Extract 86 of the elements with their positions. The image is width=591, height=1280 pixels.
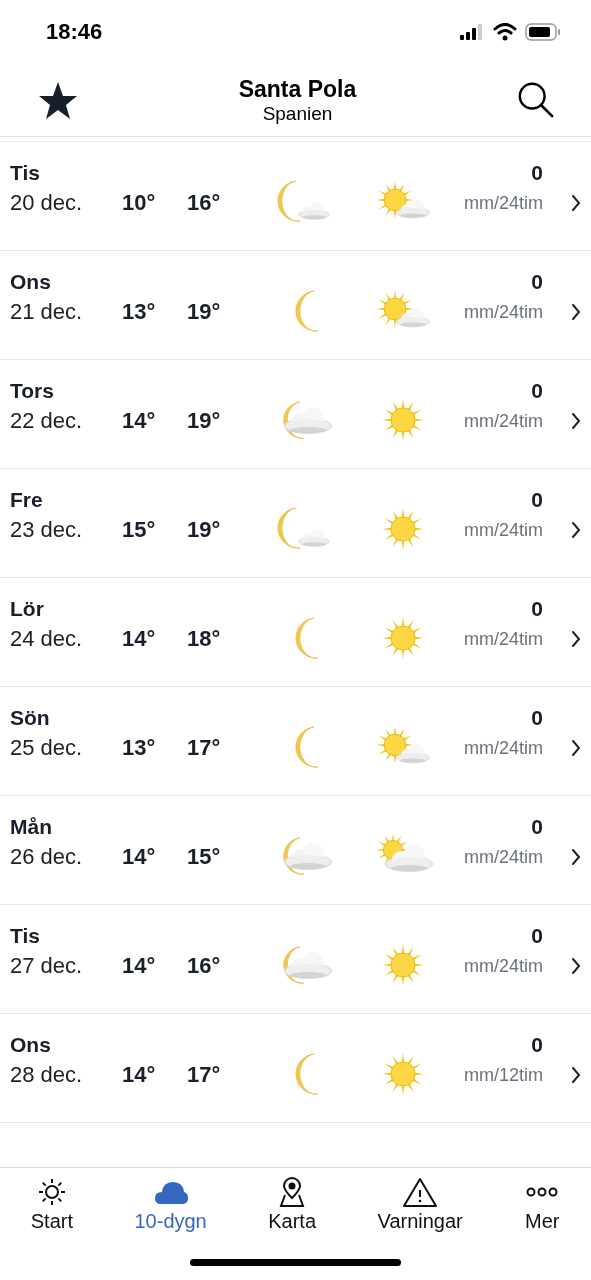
max-temperature: 17°	[187, 1062, 222, 1088]
weekday: Lör	[10, 596, 45, 622]
precipitation-unit: mm/24tim	[464, 192, 543, 215]
weekday: Tors	[10, 378, 55, 404]
min-temperature: 14°	[122, 1062, 157, 1088]
precipitation-value: 0	[531, 923, 543, 949]
precipitation-value: 0	[531, 160, 543, 186]
date: 28 dec.	[10, 1061, 84, 1089]
max-temperature: 16°	[187, 190, 222, 216]
max-temperature: 16°	[187, 953, 222, 979]
date: 20 dec.	[10, 189, 84, 217]
date: 25 dec.	[10, 734, 84, 762]
precipitation-value: 0	[531, 1032, 543, 1058]
weekday: Fre	[10, 487, 44, 513]
wifi-icon	[493, 23, 517, 41]
weekday: Tis	[10, 160, 41, 186]
precipitation-unit: mm/24tim	[464, 410, 543, 433]
max-temperature: 19°	[187, 299, 222, 325]
precipitation-value: 0	[531, 269, 543, 295]
chevron-icon	[571, 303, 581, 321]
weekday: Mån	[10, 814, 53, 840]
weekday: Ons	[10, 269, 52, 295]
tab[interactable]: Karta	[264, 1176, 321, 1233]
warning-icon	[402, 1176, 439, 1208]
weekday: Sön	[10, 705, 51, 731]
date: 24 dec.	[10, 625, 84, 653]
chevron-icon	[571, 1066, 581, 1084]
signal-icon	[459, 24, 485, 40]
weekday: Ons	[10, 1032, 52, 1058]
max-temperature: 18°	[187, 626, 222, 652]
day-row[interactable]: Lör 24 dec. 14° 18° 0 mm/24tim	[0, 578, 591, 687]
tab[interactable]: 10-dygn	[130, 1176, 211, 1233]
precipitation-value: 0	[531, 814, 543, 840]
location-country: Spanien	[262, 102, 333, 125]
precipitation-value: 0	[531, 705, 543, 731]
tab[interactable]: Varningar	[373, 1176, 467, 1233]
date: 26 dec.	[10, 843, 84, 871]
favorite-star-icon[interactable]	[38, 80, 78, 120]
min-temperature: 14°	[122, 953, 157, 979]
date: 22 dec.	[10, 407, 84, 435]
precipitation-unit: mm/24tim	[464, 519, 543, 542]
day-row[interactable]: Tis 20 dec. 10° 16° 0 mm/24tim	[0, 142, 591, 251]
battery-icon	[525, 23, 561, 41]
date: 27 dec.	[10, 952, 84, 980]
precipitation-unit: mm/24tim	[464, 955, 543, 978]
precipitation-unit: mm/12tim	[464, 1064, 543, 1087]
precipitation-unit: mm/24tim	[464, 846, 543, 869]
chevron-icon	[571, 630, 581, 648]
date: 23 dec.	[10, 516, 84, 544]
chevron-icon	[571, 194, 581, 212]
max-temperature: 17°	[187, 735, 222, 761]
precipitation-value: 0	[531, 596, 543, 622]
chevron-icon	[571, 412, 581, 430]
max-temperature: 15°	[187, 844, 222, 870]
day-row[interactable]: Mån 26 dec. 14° 15° 0 mm/24tim	[0, 796, 591, 905]
min-temperature: 14°	[122, 844, 157, 870]
max-temperature: 19°	[187, 408, 222, 434]
day-row[interactable]: Tis 27 dec. 14° 16° 0 mm/24tim	[0, 905, 591, 1014]
weekday: Tis	[10, 923, 41, 949]
precipitation-unit: mm/24tim	[464, 628, 543, 651]
precipitation-unit: mm/24tim	[464, 737, 543, 760]
chevron-icon	[571, 739, 581, 757]
chevron-icon	[571, 957, 581, 975]
precipitation-unit: mm/24tim	[464, 301, 543, 324]
day-row[interactable]: Ons 28 dec. 14° 17° 0 mm/12tim	[0, 1014, 591, 1123]
chevron-icon	[571, 521, 581, 539]
min-temperature: 10°	[122, 190, 157, 216]
day-row[interactable]: Ons 21 dec. 13° 19° 0 mm/24tim	[0, 251, 591, 360]
location-title: Santa Pola	[238, 75, 357, 103]
precipitation-value: 0	[531, 378, 543, 404]
min-temperature: 14°	[122, 408, 157, 434]
min-temperature: 14°	[122, 626, 157, 652]
day-row[interactable]: Sön 25 dec. 13° 17° 0 mm/24tim	[0, 687, 591, 796]
max-temperature: 19°	[187, 517, 222, 543]
min-temperature: 13°	[122, 299, 157, 325]
day-row[interactable]: Tors 22 dec. 14° 19° 0 mm/24tim	[0, 360, 591, 469]
chevron-icon	[571, 848, 581, 866]
precipitation-value: 0	[531, 487, 543, 513]
day-row[interactable]: Fre 23 dec. 15° 19° 0 mm/24tim	[0, 469, 591, 578]
search-icon[interactable]	[517, 81, 555, 119]
tab[interactable]: Mer	[520, 1176, 565, 1233]
date: 21 dec.	[10, 298, 84, 326]
min-temperature: 15°	[122, 517, 157, 543]
tab[interactable]: Start	[26, 1176, 77, 1233]
status-time: 18:46	[46, 19, 103, 45]
min-temperature: 13°	[122, 735, 157, 761]
